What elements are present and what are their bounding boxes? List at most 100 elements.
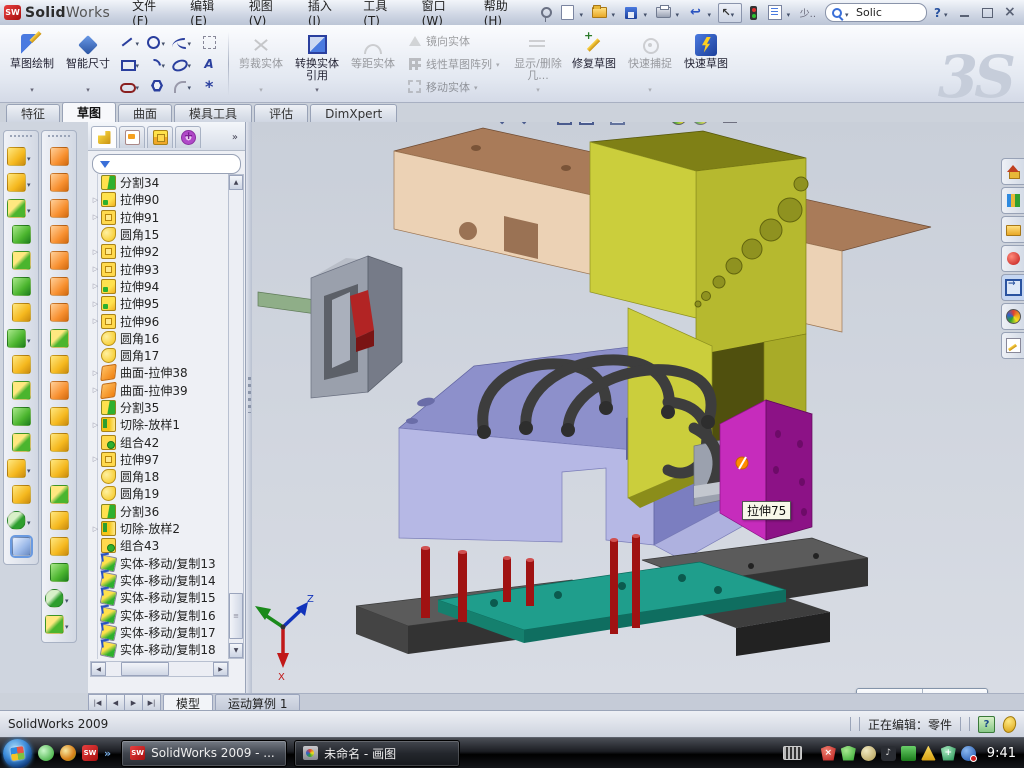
volume-tray-icon[interactable]: ♪ <box>881 746 896 761</box>
tab-dimxpert-manager[interactable] <box>175 126 201 148</box>
taskbar-item-paint[interactable]: 未命名 - 画图 <box>294 740 460 767</box>
tab-surfaces[interactable]: 曲面 <box>118 104 172 122</box>
view-settings-icon[interactable] <box>722 122 739 125</box>
options-dropdown[interactable] <box>787 6 795 20</box>
move-entities-button[interactable]: 移动实体 <box>403 76 508 98</box>
panel-splitter[interactable] <box>246 122 252 693</box>
tree-item[interactable]: 实体-移动/复制18 <box>90 641 228 658</box>
open-button[interactable] <box>590 4 608 22</box>
expand-arrow-icon[interactable] <box>90 317 101 325</box>
tree-item[interactable]: 分割35 <box>90 399 228 416</box>
mirror-feature-icon[interactable] <box>7 459 26 478</box>
search-dropdown[interactable] <box>845 6 853 20</box>
solidworks-shortcut-icon[interactable]: SW <box>82 745 98 761</box>
rapid-sketch-button[interactable]: 快速草图 <box>680 30 732 98</box>
expand-arrow-icon[interactable] <box>90 369 101 377</box>
hole-wizard-icon[interactable] <box>12 303 31 322</box>
tree-item[interactable]: 实体-移动/复制15 <box>90 589 228 606</box>
point-tool-icon[interactable] <box>201 78 217 94</box>
pin-menu-icon[interactable] <box>537 4 555 22</box>
thickened-cut-icon[interactable] <box>45 589 64 608</box>
badge-tray-icon[interactable] <box>861 746 876 761</box>
tree-item[interactable]: 拉伸91 <box>90 209 228 226</box>
tree-item[interactable]: 实体-移动/复制17 <box>90 624 228 641</box>
tree-horizontal-scrollbar[interactable]: ◀ ▶ <box>90 661 229 677</box>
reference-geometry-icon[interactable] <box>12 485 31 504</box>
filled-surface-icon[interactable] <box>50 277 69 296</box>
minimize-button[interactable] <box>958 7 972 19</box>
tab-mold-tools[interactable]: 模具工具 <box>174 104 252 122</box>
tab-evaluate[interactable]: 评估 <box>254 104 308 122</box>
replace-face-icon[interactable] <box>50 433 69 452</box>
last-tab-button[interactable]: ▶| <box>143 694 161 711</box>
extend-surface-icon[interactable] <box>50 459 69 478</box>
apply-scene-icon[interactable] <box>692 122 709 125</box>
zoom-to-area-icon[interactable] <box>512 122 529 125</box>
view-orientation-icon[interactable] <box>578 122 595 125</box>
scroll-thumb[interactable]: ≡ <box>229 593 243 639</box>
display-delete-relations-button[interactable]: 显示/删除几... <box>512 30 564 98</box>
line-tool-icon[interactable] <box>119 34 135 50</box>
tab-design-library[interactable] <box>1001 187 1024 214</box>
offset-entities-button[interactable]: 等距实体 <box>347 30 399 98</box>
scroll-left-button[interactable]: ◀ <box>91 662 106 676</box>
tree-item[interactable]: 拉伸93 <box>90 260 228 277</box>
ruled-surface-icon[interactable] <box>50 381 69 400</box>
tree-item[interactable]: 曲面-拉伸39 <box>90 382 228 399</box>
download-speed[interactable]: ↓0KB/S <box>857 689 922 693</box>
expand-arrow-icon[interactable] <box>90 265 101 273</box>
open-dropdown[interactable] <box>611 6 619 20</box>
sketch-text-icon[interactable]: A <box>201 56 217 72</box>
trim-entities-button[interactable]: 剪裁实体 <box>235 30 287 98</box>
selection-box-icon[interactable] <box>201 34 217 50</box>
swept-boss-icon[interactable] <box>7 199 26 218</box>
tab-dimxpert[interactable]: DimXpert <box>310 104 397 122</box>
restore-button[interactable] <box>980 7 994 19</box>
display-style-icon[interactable] <box>609 122 626 125</box>
scroll-thumb[interactable] <box>121 662 169 676</box>
convert-entities-button[interactable]: 转换实体引用 <box>291 30 343 98</box>
tree-item[interactable]: 组合42 <box>90 433 228 450</box>
prev-tab-button[interactable]: ◀ <box>107 694 125 711</box>
tab-file-explorer[interactable] <box>1001 216 1024 243</box>
sketch-fillet-icon[interactable] <box>171 78 187 94</box>
expand-arrow-icon[interactable] <box>90 455 101 463</box>
next-tab-button[interactable]: ▶ <box>125 694 143 711</box>
tab-property-manager[interactable] <box>119 126 145 148</box>
rib-icon[interactable] <box>12 381 31 400</box>
tab-features[interactable]: 特征 <box>6 104 60 122</box>
input-method-keyboard-icon[interactable] <box>783 746 802 760</box>
undo-button[interactable]: ↩ <box>686 4 704 22</box>
pattern-icon[interactable] <box>7 329 26 348</box>
extruded-cut-icon[interactable] <box>12 277 31 296</box>
shell-icon[interactable] <box>12 433 31 452</box>
taskbar-item-solidworks[interactable]: SW SolidWorks 2009 - ... <box>121 740 287 767</box>
tab-motion-study[interactable]: 运动算例 1 <box>215 694 300 711</box>
tree-item[interactable]: 切除-放样1 <box>90 416 228 433</box>
instant3d-icon[interactable] <box>12 537 31 556</box>
hide-show-items-icon[interactable] <box>639 122 656 125</box>
revolved-surface-icon[interactable] <box>50 173 69 192</box>
warning-tray-icon[interactable] <box>921 746 936 761</box>
quick-launch-app-icon[interactable] <box>60 745 76 761</box>
panel-overflow-button[interactable]: » <box>232 132 242 143</box>
upload-speed[interactable]: ↑0KB/S <box>922 689 988 693</box>
print-button[interactable] <box>654 4 672 22</box>
scroll-right-button[interactable]: ▶ <box>213 662 228 676</box>
select-dropdown[interactable] <box>731 6 739 20</box>
edit-appearance-icon[interactable] <box>670 122 687 125</box>
help-button[interactable]: ? <box>934 6 941 20</box>
section-view-icon[interactable] <box>556 122 573 125</box>
tree-item[interactable]: 圆角18 <box>90 468 228 485</box>
quick-launch-overflow[interactable]: » <box>104 747 111 760</box>
expand-arrow-icon[interactable] <box>90 196 101 204</box>
tab-sketch[interactable]: 草图 <box>62 102 116 122</box>
extruded-boss-icon[interactable] <box>7 147 26 166</box>
start-button[interactable] <box>3 739 32 768</box>
tree-item[interactable]: 圆角16 <box>90 330 228 347</box>
mirror-entities-button[interactable]: 镜向实体 <box>403 30 508 52</box>
tree-item[interactable]: 拉伸95 <box>90 295 228 312</box>
untrim-surface-icon[interactable] <box>50 511 69 530</box>
expand-arrow-icon[interactable] <box>90 248 101 256</box>
options-button[interactable] <box>766 4 784 22</box>
